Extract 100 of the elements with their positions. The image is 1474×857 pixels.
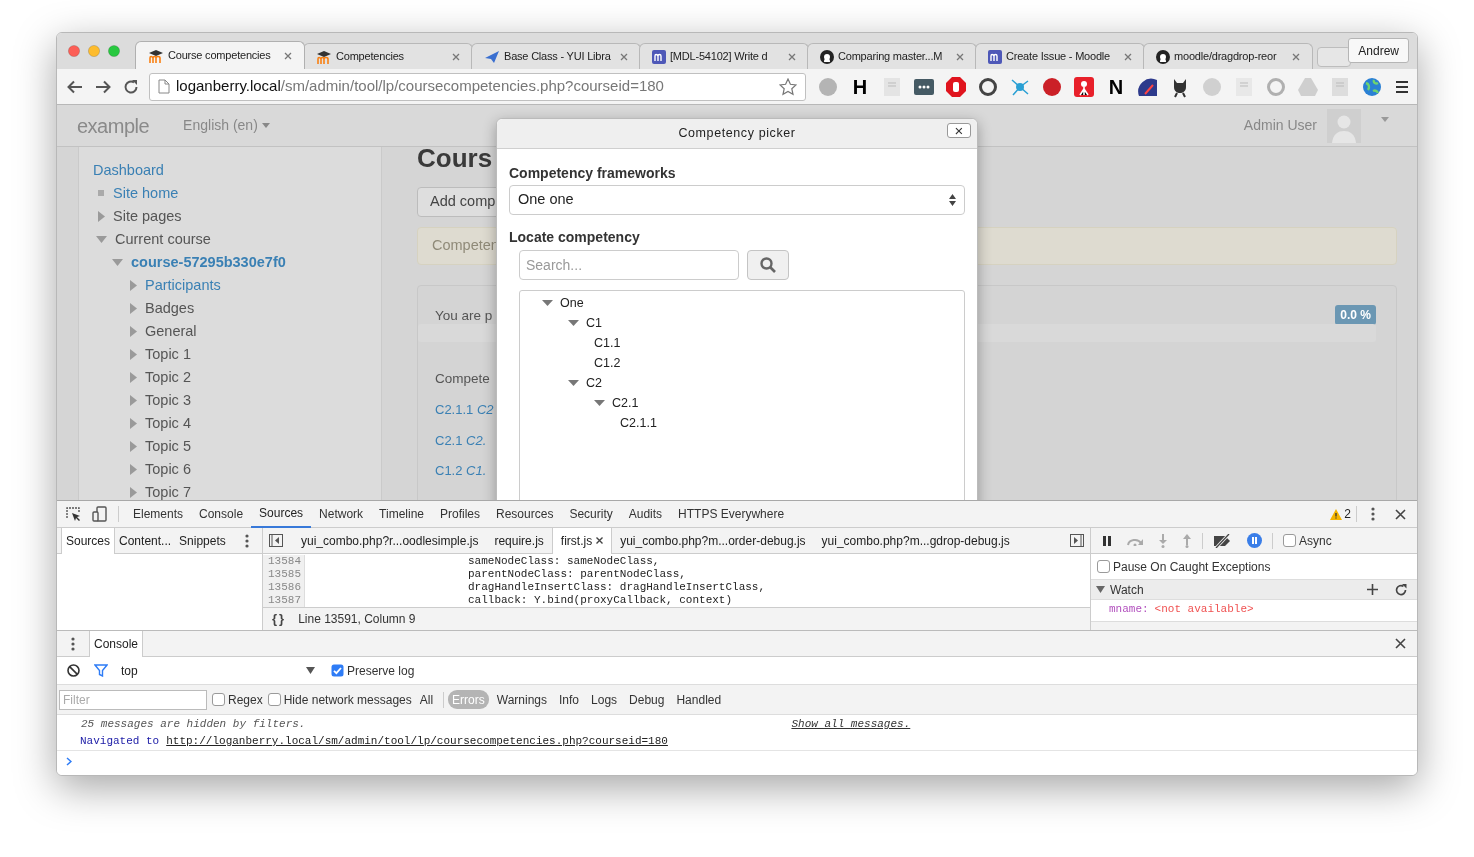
caret-icon[interactable] bbox=[1381, 117, 1389, 122]
window-control-icon[interactable] bbox=[68, 45, 80, 57]
tree-item[interactable]: C1.2 bbox=[594, 353, 621, 373]
expanded-icon[interactable] bbox=[594, 400, 605, 406]
console-url-link[interactable]: http://loganberry.local/sm/admin/tool/lp/coursecompetencies.php?courseid=180 bbox=[166, 733, 668, 750]
checkbox-label[interactable]: Preserve log bbox=[347, 661, 415, 680]
browser-tab[interactable]: Course competencies bbox=[135, 41, 305, 69]
close-icon[interactable] bbox=[1395, 508, 1406, 520]
collapsed-icon[interactable] bbox=[130, 441, 137, 452]
checkbox-label[interactable]: Regex bbox=[228, 690, 263, 709]
tree-item[interactable]: C1 bbox=[586, 313, 602, 333]
devtools-tab[interactable]: Resources bbox=[488, 500, 562, 528]
clear-console-icon[interactable] bbox=[67, 664, 80, 677]
sidebar-toggle-icon[interactable] bbox=[1070, 534, 1084, 547]
inspect-icon[interactable] bbox=[66, 506, 81, 522]
tree-item[interactable]: C1.1 bbox=[594, 333, 621, 353]
navigator-tab[interactable]: Snippets bbox=[175, 527, 230, 554]
checkbox[interactable] bbox=[1097, 560, 1110, 573]
level-filter[interactable]: Warnings bbox=[492, 690, 551, 709]
collapsed-icon[interactable] bbox=[98, 211, 105, 222]
devtools-tab[interactable]: Console bbox=[191, 500, 252, 528]
collapsed-icon[interactable] bbox=[130, 303, 137, 314]
browser-tab[interactable]: Competencies bbox=[303, 43, 473, 69]
checkbox[interactable] bbox=[1283, 534, 1296, 547]
square-icon[interactable] bbox=[1073, 75, 1095, 98]
devtools-tab[interactable]: Security bbox=[561, 500, 621, 528]
checkbox[interactable] bbox=[331, 664, 344, 677]
expanded-icon[interactable] bbox=[568, 380, 579, 386]
address-bar[interactable]: loganberry.local/sm/admin/tool/lp/coursecompetencies.php?courseid=180 bbox=[149, 72, 806, 101]
browser-tab[interactable]: Base Class - YUI Libra bbox=[471, 43, 641, 69]
browser-tab[interactable]: moodle/dragdrop-reor bbox=[1143, 43, 1313, 69]
device-icon[interactable] bbox=[92, 506, 108, 522]
gauge-icon[interactable] bbox=[1137, 75, 1159, 98]
pause-exceptions-icon[interactable] bbox=[1247, 533, 1262, 548]
file-tab[interactable]: yui_combo.php?m...gdrop-debug.js bbox=[813, 527, 1018, 554]
checkbox-label[interactable]: Pause On Caught Exceptions bbox=[1113, 557, 1271, 576]
expanded-icon[interactable] bbox=[542, 300, 553, 306]
sidebar-toggle-icon[interactable] bbox=[269, 534, 283, 547]
step-into-icon[interactable] bbox=[1158, 533, 1168, 548]
filter-field[interactable]: Filter bbox=[59, 689, 207, 710]
nav-item[interactable]: Topic 5 bbox=[145, 435, 191, 458]
framework-select[interactable]: One one bbox=[509, 185, 965, 215]
nav-item[interactable]: Current course bbox=[115, 228, 211, 251]
level-filter[interactable]: Debug bbox=[625, 690, 669, 709]
deactivate-breakpoints-icon[interactable] bbox=[1213, 533, 1233, 548]
close-icon[interactable] bbox=[1395, 638, 1406, 649]
show-all-link[interactable]: Show all messages. bbox=[791, 715, 911, 733]
collapsed-icon[interactable] bbox=[130, 395, 137, 406]
more-icon[interactable] bbox=[244, 533, 249, 548]
devtools-tab[interactable]: Network bbox=[311, 500, 372, 528]
checkbox-label[interactable]: Hide network messages bbox=[283, 690, 412, 709]
stop-hand-icon[interactable] bbox=[945, 75, 967, 98]
tree-item[interactable]: C2.1 bbox=[612, 393, 639, 413]
extension-button[interactable]: H bbox=[849, 76, 871, 97]
level-filter[interactable]: All bbox=[415, 690, 438, 709]
devtools-tab[interactable]: Profiles bbox=[432, 500, 489, 528]
nav-item[interactable]: Topic 2 bbox=[145, 366, 191, 389]
pretty-print-button[interactable]: {} bbox=[272, 609, 287, 629]
file-tab[interactable]: require.js bbox=[486, 527, 552, 554]
collapsed-icon[interactable] bbox=[130, 349, 137, 360]
file-tab[interactable]: yui_combo.php?r...oodlesimple.js bbox=[293, 527, 487, 554]
nav-item[interactable]: Topic 6 bbox=[145, 458, 191, 481]
filter-icon[interactable] bbox=[94, 664, 108, 677]
checkbox[interactable] bbox=[267, 693, 281, 706]
reload-icon[interactable] bbox=[123, 78, 139, 95]
more-icon[interactable] bbox=[71, 636, 75, 651]
collapsed-icon[interactable] bbox=[130, 280, 137, 291]
tree-item[interactable]: C2.1.1 bbox=[620, 413, 657, 433]
bookmark-star-icon[interactable] bbox=[779, 77, 797, 96]
level-filter[interactable]: Handled bbox=[672, 690, 726, 709]
refresh-icon[interactable] bbox=[1395, 583, 1407, 596]
navigator-tab[interactable]: Content... bbox=[115, 527, 176, 554]
devtools-tab[interactable]: HTTPS Everywhere bbox=[670, 500, 793, 528]
search-field[interactable]: Search... bbox=[519, 250, 739, 280]
nav-item[interactable]: Topic 7 bbox=[145, 481, 191, 500]
more-icon[interactable] bbox=[1371, 507, 1375, 521]
pause-icon[interactable] bbox=[1102, 535, 1112, 546]
circle-icon[interactable] bbox=[1041, 75, 1063, 98]
navigator-tab[interactable]: Sources bbox=[61, 527, 116, 554]
close-icon[interactable] bbox=[284, 51, 292, 60]
step-out-icon[interactable] bbox=[1182, 533, 1192, 548]
new-tab-button[interactable] bbox=[1317, 47, 1351, 67]
ring-icon[interactable] bbox=[977, 75, 999, 98]
checkbox-label[interactable]: Async bbox=[1299, 531, 1332, 550]
checkbox[interactable] bbox=[212, 693, 225, 706]
collapsed-icon[interactable] bbox=[130, 464, 137, 475]
drawer-tab[interactable]: Console bbox=[89, 630, 144, 657]
browser-tab[interactable]: [MDL-54102] Write d bbox=[639, 43, 809, 69]
tree-item[interactable]: C2 bbox=[586, 373, 602, 393]
collapsed-icon[interactable] bbox=[130, 487, 137, 498]
warning-count[interactable]: 2 bbox=[1344, 505, 1351, 523]
file-tab[interactable]: first.js bbox=[551, 527, 613, 554]
collapsed-icon[interactable] bbox=[130, 418, 137, 429]
profile-button[interactable]: Andrew bbox=[1348, 38, 1409, 63]
level-filter[interactable]: Logs bbox=[587, 690, 622, 709]
expanded-icon[interactable] bbox=[1096, 586, 1105, 593]
forward-icon[interactable] bbox=[95, 79, 111, 94]
watch-header[interactable]: Watch bbox=[1091, 580, 1417, 600]
collapsed-icon[interactable] bbox=[130, 326, 137, 337]
browser-tab[interactable]: Comparing master...M bbox=[807, 43, 977, 69]
